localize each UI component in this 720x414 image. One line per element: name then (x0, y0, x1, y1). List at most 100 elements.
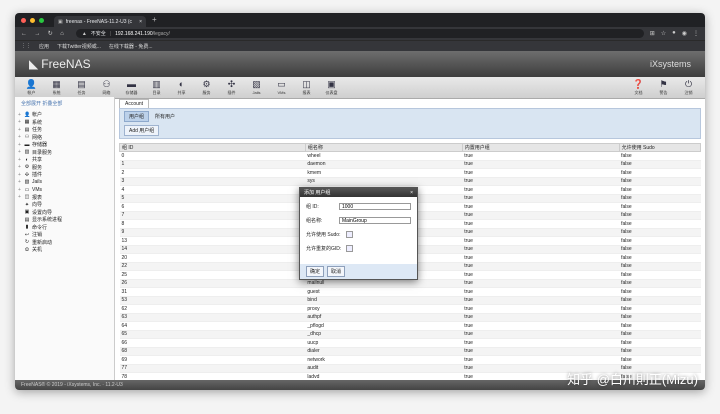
expand-icon[interactable]: + (18, 172, 22, 178)
sidebar-item-plugins[interactable]: + ✣ 插件 (18, 171, 111, 179)
expand-icon[interactable]: + (18, 194, 22, 200)
expand-icon[interactable]: + (18, 157, 22, 163)
table-row[interactable]: 3 sys true false (119, 177, 701, 186)
table-cell: false (619, 347, 701, 356)
column-header-gid[interactable]: 组 ID (119, 143, 306, 152)
expand-icon[interactable]: + (18, 179, 22, 185)
close-window-button[interactable] (21, 17, 26, 23)
gid-input[interactable] (339, 203, 411, 210)
subtab-groups[interactable]: 用户组 (124, 111, 150, 122)
expand-icon[interactable]: + (18, 142, 22, 148)
table-row[interactable]: 26 mailnull true false (119, 279, 701, 288)
bookmark-apps[interactable]: 应用 (39, 43, 49, 50)
sudo-checkbox[interactable] (346, 231, 353, 238)
back-icon[interactable]: ← (21, 31, 27, 37)
table-row[interactable]: 2 kmem true false (119, 168, 701, 178)
toolbar-button-plugins[interactable]: ✣ 插件 (219, 79, 244, 96)
sidebar-item-network[interactable]: + ⚇ 网络 (18, 134, 111, 142)
forward-icon[interactable]: → (34, 31, 40, 37)
sidebar-item-logout[interactable]: ↩ 注销 (18, 231, 111, 239)
table-row[interactable]: 62 proxy true false (119, 304, 701, 314)
bookmark-downloader[interactable]: 在线下载器 - 免费... (109, 43, 153, 50)
table-row[interactable]: 68 dialer true false (119, 347, 701, 356)
toolbar-button-network[interactable]: ⚇ 网络 (94, 79, 119, 96)
table-cell: proxy (305, 304, 463, 314)
toolbar-button-user[interactable]: 👤 帐户 (19, 79, 44, 96)
url-bar[interactable]: ▲ 不安全 | 192.168.241.190/legacy/ (75, 29, 644, 38)
sidebar-item-reboot[interactable]: ↻ 重新启动 (18, 239, 111, 247)
subtab-users[interactable]: 所有用户 (155, 113, 175, 120)
toolbar-button-services[interactable]: ⚙ 服务 (194, 79, 219, 96)
duplicate-gid-checkbox[interactable] (346, 245, 353, 252)
table-row[interactable]: 0 wheel true false (119, 151, 701, 161)
reload-icon[interactable]: ↻ (48, 31, 53, 37)
sidebar-item-shell[interactable]: ▮ 命令行 (18, 224, 111, 232)
expand-icon[interactable]: + (18, 164, 22, 170)
toolbar-button-alert[interactable]: ⚑ 警告 (651, 79, 676, 96)
sidebar-item-monitor[interactable]: ▣ 设置向导 (18, 209, 111, 217)
expand-icon[interactable]: + (18, 112, 22, 118)
tab-account[interactable]: Account (119, 99, 150, 108)
bookmark-twitter[interactable]: 下载Twitter视频或... (57, 43, 101, 50)
column-header-sudo[interactable]: 允许使用 Sudo (618, 143, 702, 152)
column-header-builtin[interactable]: 内置用户组 (461, 143, 620, 152)
sidebar-item-console[interactable]: ▤ 显示系统进程 (18, 216, 111, 224)
toolbar-button-directory[interactable]: ▥ 目录 (144, 79, 169, 96)
home-icon[interactable]: ⌂ (60, 31, 64, 37)
add-group-button[interactable]: Add 用户组 (124, 125, 160, 136)
expand-collapse-links[interactable]: 全部展开 折叠全部 (21, 100, 111, 107)
sidebar-item-storage[interactable]: + ▬ 存储器 (18, 141, 111, 149)
sidebar-item-share[interactable]: + ◐ 共享 (18, 156, 111, 164)
table-row[interactable]: 64 _pflogd true false (119, 321, 701, 331)
sidebar-item-wizard[interactable]: ✦ 向导 (18, 201, 111, 209)
expand-icon[interactable]: + (18, 187, 22, 193)
new-tab-icon[interactable]: + (152, 15, 157, 27)
table-row[interactable]: 69 network true false (119, 355, 701, 365)
group-name-input[interactable] (339, 217, 411, 224)
table-row[interactable]: 63 authpf true false (119, 313, 701, 322)
ok-button[interactable]: 确定 (306, 266, 325, 277)
minimize-window-button[interactable] (30, 17, 35, 23)
sidebar-item-reports[interactable]: + ◫ 报表 (18, 194, 111, 202)
sidebar-item-user[interactable]: + 👤 帐户 (18, 111, 111, 119)
menu-icon[interactable]: ⋮ (693, 30, 699, 37)
table-row[interactable]: 65 _dhcp true false (119, 330, 701, 339)
toolbar-button-label: 共享 (177, 89, 186, 95)
table-row[interactable]: 31 guest true false (119, 287, 701, 297)
expand-icon[interactable]: + (18, 134, 22, 140)
sidebar-item-jails[interactable]: + ▧ Jails (18, 179, 111, 187)
table-row[interactable]: 53 bind true false (119, 296, 701, 305)
account-icon[interactable]: ◉ (682, 30, 687, 37)
toolbar-button-reports[interactable]: ◫ 报表 (294, 79, 319, 96)
toolbar-button-guide[interactable]: ❓ 文档 (626, 79, 651, 96)
toolbar-button-vm[interactable]: ▭ VMs (269, 79, 294, 96)
toolbar-button-log[interactable]: ⏻ 注销 (676, 79, 701, 96)
cancel-button[interactable]: 取消 (327, 266, 346, 277)
toolbar-button-system[interactable]: ▦ 系统 (44, 79, 69, 96)
expand-icon[interactable]: + (18, 127, 22, 133)
sidebar-item-shutdown[interactable]: ⏼ 关机 (18, 246, 111, 254)
table-cell: 6 (119, 202, 306, 212)
toolbar-button-storage[interactable]: ▬ 存储器 (119, 79, 144, 96)
star-icon[interactable]: ☆ (661, 30, 666, 37)
sidebar-item-task[interactable]: + ▤ 任务 (18, 126, 111, 134)
sidebar-item-vm[interactable]: + ▭ VMs (18, 186, 111, 194)
toolbar-button-jails[interactable]: ▧ Jails (244, 79, 269, 96)
column-header-name[interactable]: 组名称 (304, 143, 463, 152)
extension-icon[interactable]: ● (672, 30, 676, 37)
toolbar-button-share[interactable]: ◐ 共享 (169, 79, 194, 96)
sidebar-item-system[interactable]: + ▦ 系统 (18, 119, 111, 127)
expand-icon[interactable]: + (18, 149, 22, 155)
translate-icon[interactable]: ⊞ (650, 30, 655, 37)
toolbar-button-task[interactable]: ▤ 任务 (69, 79, 94, 96)
dialog-close-icon[interactable]: × (410, 190, 413, 196)
table-row[interactable]: 66 uucp true false (119, 338, 701, 348)
expand-icon[interactable]: + (18, 119, 22, 125)
browser-tab[interactable]: ▣ freenas - FreeNAS-11.2-U3 (c × (54, 16, 146, 27)
sidebar-item-services[interactable]: + ⚙ 服务 (18, 164, 111, 172)
maximize-window-button[interactable] (39, 17, 44, 23)
close-tab-icon[interactable]: × (139, 19, 142, 25)
table-row[interactable]: 1 daemon true false (119, 160, 701, 169)
sidebar-item-directory[interactable]: + ▥ 目录服务 (18, 149, 111, 157)
toolbar-button-monitor[interactable]: ▣ 仪表盘 (319, 79, 344, 96)
